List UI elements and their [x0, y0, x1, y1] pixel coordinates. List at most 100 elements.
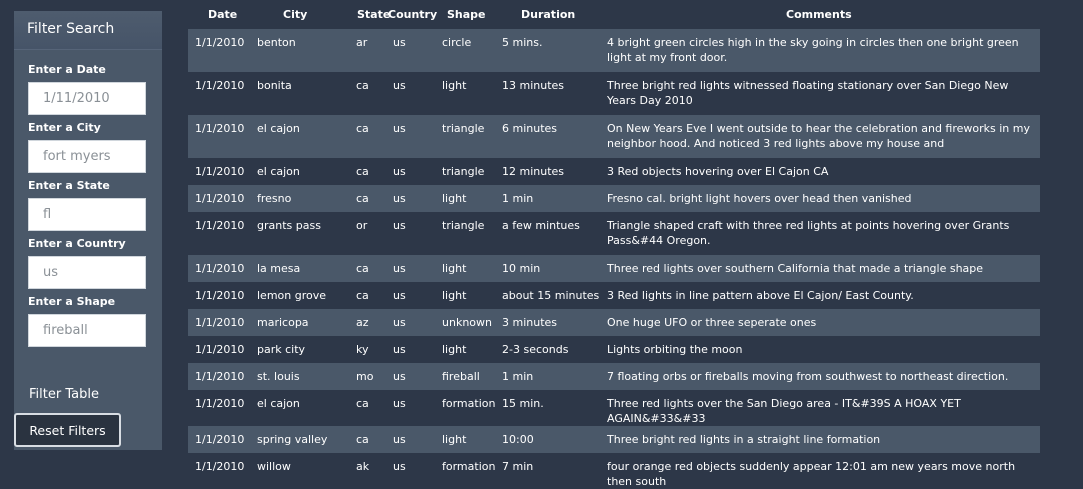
cell-state-text: ca [356, 192, 369, 205]
cell-duration-text: 1 min [502, 192, 534, 205]
cell-shape: formation [435, 453, 495, 489]
cell-comments: Three red lights over southern Californi… [600, 255, 1040, 282]
country-filter-label: Enter a Country [28, 237, 126, 250]
cell-shape: light [435, 255, 495, 282]
cell-city-text: st. louis [257, 370, 300, 383]
city-filter-input[interactable] [28, 140, 146, 173]
cell-duration-text: 12 minutes [502, 165, 565, 178]
cell-shape-text: unknown [442, 316, 492, 329]
cell-state: ca [349, 255, 386, 282]
cell-shape-text: formation [442, 397, 496, 410]
cell-comments-text: 4 bright green circles high in the sky g… [607, 36, 1019, 64]
cell-shape-text: circle [442, 36, 472, 49]
state-filter-input[interactable] [28, 198, 146, 231]
cell-city-text: park city [257, 343, 306, 356]
cell-comments-text: Three red lights over the San Diego area… [607, 397, 961, 425]
cell-date: 1/1/2010 [188, 453, 250, 489]
cell-city: fresno [250, 185, 349, 212]
cell-country: us [386, 29, 435, 72]
table-row: 1/1/2010 el cajon ca us triangle 6 minutes On … [188, 115, 1040, 158]
header-city: City [283, 8, 308, 21]
cell-country: us [386, 282, 435, 309]
cell-shape: light [435, 426, 495, 453]
cell-state-text: ky [356, 343, 369, 356]
cell-country: us [386, 115, 435, 158]
cell-shape-text: light [442, 433, 467, 446]
cell-state-text: ar [356, 36, 368, 49]
table-row: 1/1/2010 spring valley ca us light 10:00 Three… [188, 426, 1040, 453]
cell-state: ar [349, 29, 386, 72]
cell-date: 1/1/2010 [188, 336, 250, 363]
table-row: 1/1/2010 maricopa az us unknown 3 minutes One … [188, 309, 1040, 336]
cell-duration-text: 10:00 [502, 433, 534, 446]
cell-date: 1/1/2010 [188, 255, 250, 282]
reset-filters-button[interactable]: Reset Filters [14, 413, 121, 447]
cell-city: park city [250, 336, 349, 363]
cell-country: us [386, 336, 435, 363]
cell-state-text: ca [356, 122, 369, 135]
cell-duration: 13 minutes [495, 72, 600, 115]
date-filter-input[interactable] [28, 82, 146, 115]
cell-duration-text: 2-3 seconds [502, 343, 569, 356]
cell-duration: 1 min [495, 185, 600, 212]
cell-country: us [386, 390, 435, 426]
cell-date: 1/1/2010 [188, 72, 250, 115]
cell-duration: 3 minutes [495, 309, 600, 336]
cell-date: 1/1/2010 [188, 212, 250, 255]
cell-comments: four orange red objects suddenly appear … [600, 453, 1040, 489]
cell-duration: 10:00 [495, 426, 600, 453]
cell-shape: light [435, 185, 495, 212]
cell-date: 1/1/2010 [188, 282, 250, 309]
cell-city-text: el cajon [257, 165, 300, 178]
cell-comments: On New Years Eve I went outside to hear … [600, 115, 1040, 158]
cell-country: us [386, 212, 435, 255]
shape-filter-input[interactable] [28, 314, 146, 347]
state-filter-label: Enter a State [28, 179, 110, 192]
cell-shape: light [435, 72, 495, 115]
cell-date: 1/1/2010 [188, 158, 250, 185]
cell-state: ak [349, 453, 386, 489]
cell-comments-text: Three red lights over southern Californi… [607, 262, 984, 275]
cell-city-text: fresno [257, 192, 292, 205]
cell-state: ca [349, 426, 386, 453]
country-filter-input[interactable] [28, 256, 146, 289]
cell-duration: a few mintues [495, 212, 600, 255]
cell-shape: triangle [435, 158, 495, 185]
cell-country-text: us [393, 289, 406, 302]
cell-state-text: ca [356, 433, 369, 446]
cell-duration-text: 13 minutes [502, 79, 565, 92]
cell-state: ca [349, 185, 386, 212]
cell-comments: 7 floating orbs or fireballs moving from… [600, 363, 1040, 390]
cell-city: el cajon [250, 115, 349, 158]
cell-state-text: ca [356, 262, 369, 275]
cell-shape: triangle [435, 115, 495, 158]
cell-city: grants pass [250, 212, 349, 255]
cell-city-text: benton [257, 36, 296, 49]
cell-city-text: el cajon [257, 397, 300, 410]
table-row: 1/1/2010 willow ak us formation 7 min four ora… [188, 453, 1040, 489]
cell-state-text: or [356, 219, 368, 232]
date-filter-label: Enter a Date [28, 63, 106, 76]
cell-date-text: 1/1/2010 [195, 460, 245, 473]
cell-date-text: 1/1/2010 [195, 433, 245, 446]
cell-shape-text: light [442, 262, 467, 275]
filter-search-title: Filter Search [14, 11, 162, 50]
ufo-sightings-table: Date City State Country Shape Duration C… [188, 0, 1040, 489]
cell-date-text: 1/1/2010 [195, 316, 245, 329]
cell-country-text: us [393, 316, 406, 329]
cell-duration: 10 min [495, 255, 600, 282]
header-state: State [357, 8, 391, 21]
cell-shape-text: light [442, 79, 467, 92]
header-shape: Shape [447, 8, 486, 21]
cell-city-text: spring valley [257, 433, 328, 446]
cell-date-text: 1/1/2010 [195, 370, 245, 383]
cell-country-text: us [393, 122, 406, 135]
cell-country-text: us [393, 165, 406, 178]
cell-shape-text: triangle [442, 122, 485, 135]
cell-state: ca [349, 72, 386, 115]
cell-state-text: ca [356, 397, 369, 410]
header-comments: Comments [786, 8, 852, 21]
cell-state: ky [349, 336, 386, 363]
cell-shape-text: triangle [442, 219, 485, 232]
header-duration: Duration [521, 8, 576, 21]
